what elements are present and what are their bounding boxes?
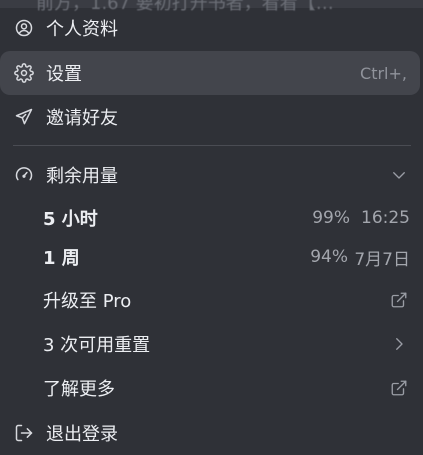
external-link-icon: [388, 289, 410, 311]
usage-row-5h: 5 小时 99% 16:25: [0, 196, 423, 240]
menu-item-usage[interactable]: 剩余用量: [0, 153, 423, 197]
usage-row-1w-percent: 94%: [310, 247, 348, 267]
menu-item-learn-more[interactable]: 了解更多: [0, 366, 423, 410]
external-link-icon: [388, 377, 410, 399]
logout-icon: [13, 422, 35, 444]
menu-item-resets-label: 3 次可用重置: [43, 335, 151, 356]
usage-row-1w: 1 周 94% 7月7日: [0, 235, 423, 279]
menu-item-upgrade[interactable]: 升级至 Pro: [0, 278, 423, 322]
menu-item-settings[interactable]: 设置 Ctrl+,: [0, 51, 420, 95]
usage-row-1w-label: 1 周: [43, 248, 80, 269]
menu-item-resets[interactable]: 3 次可用重置: [0, 322, 423, 366]
menu-item-invite-label: 邀请好友: [46, 108, 118, 129]
paper-plane-icon: [13, 106, 35, 128]
usage-row-5h-percent: 99%: [312, 208, 350, 228]
usage-row-5h-reset: 16:25: [361, 208, 410, 228]
gear-icon: [13, 62, 35, 84]
gauge-icon: [13, 164, 35, 186]
settings-shortcut: Ctrl+,: [360, 63, 407, 83]
menu-divider: [13, 145, 411, 146]
menu-item-settings-label: 设置: [46, 64, 82, 85]
chevron-right-icon: [388, 333, 410, 355]
menu-item-upgrade-label: 升级至 Pro: [43, 291, 132, 312]
menu-item-usage-label: 剩余用量: [46, 166, 118, 187]
menu-item-logout[interactable]: 退出登录: [0, 411, 423, 455]
menu-item-invite[interactable]: 邀请好友: [0, 95, 423, 139]
account-menu: 个人资料 设置 Ctrl+, 邀请好友 剩余用量 5 小时 99% 16:25 …: [0, 0, 423, 449]
menu-item-logout-label: 退出登录: [46, 424, 118, 445]
usage-row-1w-reset: 7月7日: [354, 249, 410, 270]
chevron-down-icon[interactable]: [388, 164, 410, 186]
user-circle-icon: [13, 17, 35, 39]
usage-row-5h-label: 5 小时: [43, 209, 98, 230]
menu-item-profile-label: 个人资料: [46, 19, 118, 40]
menu-item-learn-more-label: 了解更多: [43, 379, 115, 400]
menu-item-profile[interactable]: 个人资料: [0, 6, 423, 50]
